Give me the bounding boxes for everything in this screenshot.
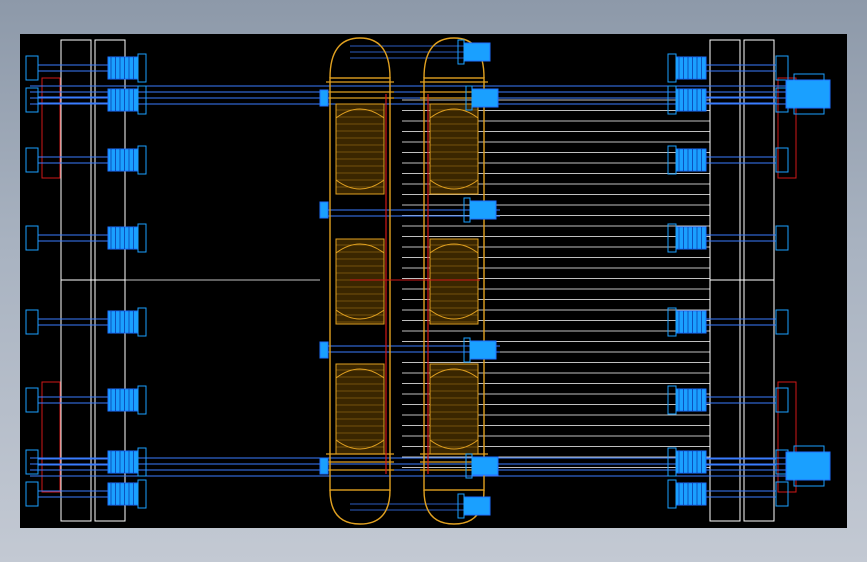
bolt-right bbox=[667, 447, 789, 477]
bolt-nut bbox=[471, 456, 499, 476]
bolt-nut bbox=[319, 457, 329, 475]
bolt-head bbox=[25, 387, 39, 413]
bolt-washer bbox=[137, 223, 147, 253]
bolt-washer bbox=[667, 145, 677, 175]
pipe-column-left bbox=[326, 37, 394, 525]
bolt-head bbox=[25, 55, 39, 81]
bolt-left bbox=[25, 145, 147, 175]
bolt-washer bbox=[137, 145, 147, 175]
bolt-center bbox=[457, 493, 491, 519]
bolt-nut bbox=[463, 42, 491, 62]
bolt-washer bbox=[137, 385, 147, 415]
pipe-dome-bottom bbox=[329, 489, 391, 525]
cad-viewport[interactable] bbox=[20, 34, 847, 528]
bolt-right bbox=[667, 385, 789, 415]
bolt-left bbox=[25, 85, 147, 115]
bolt-right bbox=[667, 145, 789, 175]
pipe-column-right bbox=[420, 37, 488, 525]
bolt-nut bbox=[319, 89, 329, 107]
frame-plate-left bbox=[41, 39, 126, 522]
bolt-head bbox=[25, 309, 39, 335]
bolt-end-right bbox=[785, 445, 831, 487]
bolt-head bbox=[25, 225, 39, 251]
bolt-washer bbox=[667, 307, 677, 337]
bolt-left bbox=[25, 479, 147, 509]
bolt-left bbox=[25, 385, 147, 415]
bolt-nut bbox=[319, 201, 329, 219]
bolt-left bbox=[25, 447, 147, 477]
bolt-left bbox=[25, 307, 147, 337]
pipe-segment bbox=[429, 103, 479, 195]
bolt-nut bbox=[469, 340, 497, 360]
bolt-head bbox=[775, 309, 789, 335]
bolt-washer bbox=[667, 447, 677, 477]
horizontal-grid-lines bbox=[125, 99, 710, 468]
bolt-washer bbox=[137, 85, 147, 115]
bolt-left bbox=[25, 223, 147, 253]
bolt-center-left bbox=[319, 89, 329, 107]
pipe-segment bbox=[335, 363, 385, 455]
bolt-head bbox=[775, 225, 789, 251]
bolt-end-right bbox=[785, 73, 831, 115]
bolt-head bbox=[25, 481, 39, 507]
bolt-washer bbox=[457, 493, 465, 519]
pipe-segment bbox=[335, 103, 385, 195]
bolt-washer bbox=[667, 385, 677, 415]
pipe-segment bbox=[429, 363, 479, 455]
bolt-center-left bbox=[319, 341, 329, 359]
bolt-washer bbox=[667, 223, 677, 253]
bolt-center-left bbox=[319, 201, 329, 219]
bolt-nut bbox=[463, 496, 491, 516]
bolt-center-left bbox=[319, 457, 329, 475]
bolt-washer bbox=[137, 479, 147, 509]
bolt-head bbox=[25, 147, 39, 173]
bolt-nut bbox=[785, 451, 831, 481]
bolt-washer bbox=[667, 479, 677, 509]
bolt-nut bbox=[471, 88, 499, 108]
bolt-right bbox=[667, 307, 789, 337]
bolt-right bbox=[667, 479, 789, 509]
bolt-washer bbox=[137, 307, 147, 337]
bolt-right bbox=[667, 53, 789, 83]
bolt-head bbox=[775, 55, 789, 81]
bolt-washer bbox=[137, 53, 147, 83]
bolt-washer bbox=[137, 447, 147, 477]
cad-drawing bbox=[25, 37, 831, 525]
bolt-right bbox=[667, 223, 789, 253]
bolt-nut bbox=[469, 200, 497, 220]
bolt-washer bbox=[667, 53, 677, 83]
bolt-right bbox=[667, 85, 789, 115]
bolt-nut bbox=[319, 341, 329, 359]
bolt-nut bbox=[785, 79, 831, 109]
